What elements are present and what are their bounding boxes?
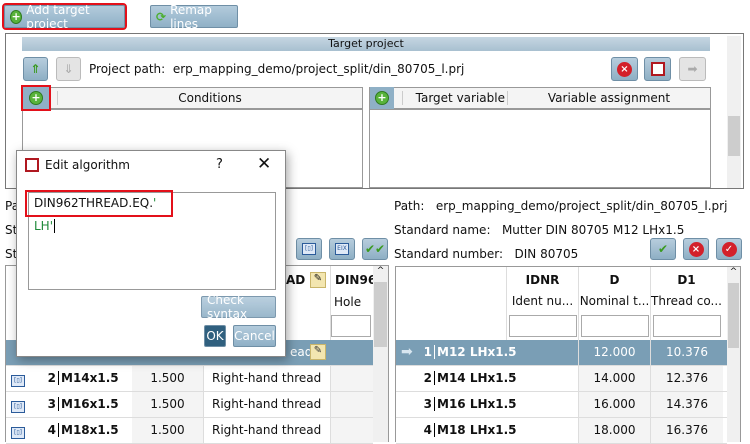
close-button[interactable]: ✕: [257, 154, 271, 174]
column-header[interactable]: D1 Thread co...: [650, 267, 722, 340]
help-button[interactable]: ?: [216, 157, 223, 172]
edit-algorithm-button[interactable]: [644, 57, 671, 81]
edit-pencil-button[interactable]: ✎: [310, 272, 326, 288]
standard-name-value: Mutter DIN 80705 M12 LHx1.5: [501, 223, 685, 237]
table-icon: [▯]: [11, 375, 25, 387]
table-row[interactable]: [▯] 3 M16x1.5 1.500 Right-hand thread: [6, 392, 373, 418]
cancel-mapping-button[interactable]: ×: [683, 238, 709, 260]
ok-button[interactable]: OK: [204, 325, 226, 347]
reset-button[interactable]: ✓: [716, 238, 742, 260]
plus-icon: +: [29, 91, 43, 105]
table-view-button[interactable]: [▯]: [296, 238, 322, 260]
table-icon: [▯]: [302, 243, 316, 255]
plus-icon: +: [375, 91, 389, 105]
table-row[interactable]: [▯] 2 M14x1.5 1.500 Right-hand thread: [6, 366, 373, 392]
cancel-button[interactable]: Cancel: [233, 325, 276, 347]
export-icon: EIX: [335, 243, 349, 255]
double-check-icon: ✔✔: [364, 242, 386, 256]
move-up-button[interactable]: ⇑: [23, 57, 48, 81]
confirm-button[interactable]: ✔: [650, 238, 676, 260]
dialog-title: Edit algorithm: [45, 158, 130, 172]
arrow-up-icon: ⇑: [30, 62, 41, 76]
variable-assignment-header: Variable assignment: [507, 91, 710, 105]
add-target-project-button[interactable]: + Add target project: [2, 3, 127, 31]
delete-icon: ×: [617, 61, 632, 77]
refresh-icon: ⟳: [156, 9, 167, 24]
conditions-header: Conditions: [57, 91, 362, 105]
column-filter-input[interactable]: [581, 315, 649, 337]
column-header[interactable]: IDNR Ident nu...: [506, 267, 578, 340]
arrow-right-icon: ➡: [687, 62, 698, 76]
algorithm-icon: [650, 62, 665, 76]
standard-number-value: DIN 80705: [514, 247, 579, 261]
project-path-value: erp_mapping_demo/project_split/din_80705…: [172, 62, 465, 76]
table-icon: [▯]: [11, 401, 25, 413]
reset-icon: ✓: [721, 241, 737, 257]
table-row[interactable]: [▯] 4 M18x1.5 1.500 Right-hand thread: [6, 418, 373, 444]
hole-filter-input[interactable]: [331, 315, 371, 337]
plus-icon: +: [10, 9, 23, 24]
add-variable-button[interactable]: +: [370, 87, 394, 109]
column-header[interactable]: D Nominal t...: [578, 267, 650, 340]
table-row[interactable]: 4 M18 LHx1.5 18.000 16.376: [396, 418, 727, 444]
table-icon: [▯]: [11, 427, 25, 439]
edit-pencil-button[interactable]: ✎: [310, 344, 326, 360]
column-filter-input[interactable]: [509, 315, 577, 337]
target-project-title: Target project: [22, 37, 710, 51]
source-table-scrollbar[interactable]: ^: [373, 266, 388, 442]
move-down-button[interactable]: ⇓: [56, 57, 81, 81]
add-condition-button[interactable]: +: [21, 85, 51, 111]
table-row-selected[interactable]: ➡ 1 M12 LHx1.5 12.000 10.376: [396, 340, 727, 366]
panel-scrollbar[interactable]: [727, 36, 741, 188]
current-row-arrow-icon: ➡: [401, 344, 413, 360]
check-syntax-button[interactable]: Check syntax: [201, 293, 276, 321]
path-value: erp_mapping_demo/project_split/din_80705…: [435, 199, 728, 213]
table-row[interactable]: 3 M16 LHx1.5 16.000 14.376: [396, 392, 727, 418]
project-path-label: Project path:: [89, 62, 166, 76]
edit-algorithm-dialog: Edit algorithm ? ✕ DIN962THREAD.EQ.' LH'…: [16, 150, 286, 357]
column-filter-input[interactable]: [653, 315, 721, 337]
delete-button[interactable]: ×: [611, 57, 638, 81]
target-variable-header: Target variable: [402, 91, 507, 105]
check-all-button[interactable]: ✔✔: [362, 238, 388, 260]
arrow-down-icon: ⇓: [63, 62, 74, 76]
export-button[interactable]: EIX: [329, 238, 355, 260]
path-label: Path:: [394, 199, 425, 213]
standard-name-label: Standard name:: [394, 223, 491, 237]
target-table-scrollbar[interactable]: ^: [727, 267, 740, 442]
table-row[interactable]: 2 M14 LHx1.5 14.000 12.376: [396, 366, 727, 392]
check-icon: ✔: [657, 242, 669, 256]
forward-button[interactable]: ➡: [679, 57, 706, 81]
thread-header: AD: [286, 273, 306, 287]
code-text: DIN962THREAD.EQ.: [34, 196, 154, 210]
remap-lines-button[interactable]: ⟳ Remap lines: [150, 3, 238, 31]
algorithm-icon: [25, 158, 39, 172]
hole-header: Hole: [334, 295, 362, 309]
delete-icon: ×: [688, 241, 704, 257]
standard-number-label: Standard number:: [394, 247, 504, 261]
